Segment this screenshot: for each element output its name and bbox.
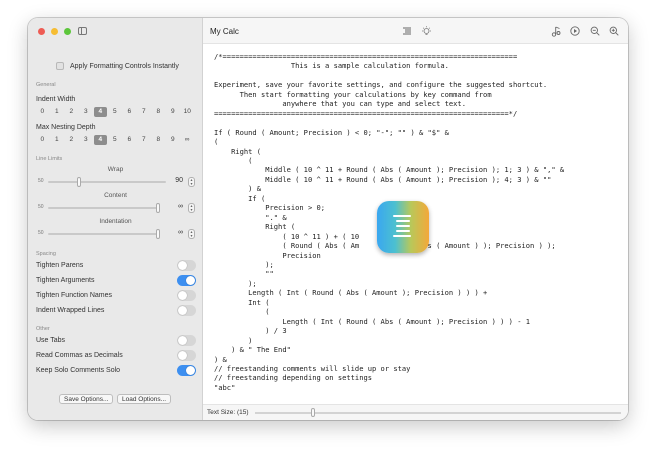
max-nesting-option[interactable]: 2: [65, 135, 78, 145]
indentation-slider-row: 50 ∞ ▴ ▾: [38, 229, 195, 239]
content-value: ∞: [178, 203, 183, 210]
indentation-value: ∞: [178, 229, 183, 236]
app-logo-icon: [377, 201, 429, 253]
toggle-row-tighten-arguments: Tighten Arguments: [36, 275, 196, 287]
indent-width-option[interactable]: 10: [181, 107, 194, 117]
commas-decimals-toggle[interactable]: [177, 350, 196, 361]
content-slider-track[interactable]: [48, 207, 160, 209]
apply-instantly-checkbox[interactable]: [56, 62, 64, 70]
max-nesting-option[interactable]: 5: [109, 135, 122, 145]
content-slider-knob[interactable]: [156, 203, 160, 213]
app-window: Apply Formatting Controls Instantly Gene…: [28, 18, 628, 420]
max-nesting-option[interactable]: 4: [94, 135, 107, 145]
section-line-limits: Line Limits: [36, 156, 63, 162]
minimize-window-button[interactable]: [51, 28, 58, 35]
zoom-window-button[interactable]: [64, 28, 71, 35]
tighten-parens-toggle[interactable]: [177, 260, 196, 271]
tighten-function-names-toggle[interactable]: [177, 290, 196, 301]
max-nesting-option[interactable]: 1: [51, 135, 64, 145]
indent-width-option[interactable]: 5: [109, 107, 122, 117]
max-nesting-option[interactable]: 8: [152, 135, 165, 145]
indent-width-option[interactable]: 9: [167, 107, 180, 117]
format-lines-icon[interactable]: [401, 26, 412, 37]
indent-wrapped-lines-toggle[interactable]: [177, 305, 196, 316]
indent-width-option[interactable]: 3: [80, 107, 93, 117]
indentation-slider-track[interactable]: [48, 233, 160, 235]
wrap-slider-knob[interactable]: [77, 177, 81, 187]
content-stepper[interactable]: ▴ ▾: [188, 203, 195, 213]
lightbulb-icon[interactable]: [421, 26, 432, 37]
indentation-slider-knob[interactable]: [156, 229, 160, 239]
solo-comments-toggle[interactable]: [177, 365, 196, 376]
save-options-button[interactable]: Save Options...: [59, 394, 114, 404]
indent-wrapped-lines-label: Indent Wrapped Lines: [36, 307, 105, 314]
indent-width-option[interactable]: 0: [36, 107, 49, 117]
max-nesting-option[interactable]: 0: [36, 135, 49, 145]
text-size-slider-track[interactable]: [255, 412, 621, 414]
text-size-label: Text Size: (15): [207, 409, 249, 416]
use-tabs-toggle[interactable]: [177, 335, 196, 346]
indent-width-option[interactable]: 4: [94, 107, 107, 117]
toggle-row-tighten-function-names: Tighten Function Names: [36, 290, 196, 302]
max-nesting-option[interactable]: 3: [80, 135, 93, 145]
tighten-arguments-label: Tighten Arguments: [36, 277, 95, 284]
max-nesting-segmented-control[interactable]: 0 1 2 3 4 5 6 7 8 9 ∞: [36, 135, 194, 145]
content-min-label: 50: [38, 204, 44, 210]
commas-decimals-label: Read Commas as Decimals: [36, 352, 123, 359]
play-icon[interactable]: [569, 26, 580, 37]
max-nesting-option[interactable]: 7: [138, 135, 151, 145]
wrap-value: 90: [175, 177, 183, 184]
close-window-button[interactable]: [38, 28, 45, 35]
wrap-slider-row: 50 90 ▴ ▾: [38, 177, 195, 187]
wrap-label: Wrap: [107, 166, 124, 173]
sidebar-toggle-icon[interactable]: [78, 27, 87, 35]
indent-width-label: Indent Width: [36, 96, 76, 103]
solo-comments-label: Keep Solo Comments Solo: [36, 367, 121, 374]
max-nesting-option[interactable]: 9: [167, 135, 180, 145]
indent-width-option[interactable]: 1: [51, 107, 64, 117]
max-nesting-option[interactable]: ∞: [181, 135, 194, 145]
zoom-in-icon[interactable]: [608, 26, 619, 37]
apply-instantly-label: Apply Formatting Controls Instantly: [70, 62, 179, 70]
indent-width-option[interactable]: 2: [65, 107, 78, 117]
tighten-arguments-toggle[interactable]: [177, 275, 196, 286]
text-size-slider-knob[interactable]: [311, 408, 315, 417]
content-slider-row: 50 ∞ ▴ ▾: [38, 203, 195, 213]
wrap-slider-track[interactable]: [48, 181, 166, 183]
toggle-row-indent-wrapped-lines: Indent Wrapped Lines: [36, 305, 196, 317]
options-sidebar: Apply Formatting Controls Instantly Gene…: [28, 18, 203, 420]
indent-width-segmented-control[interactable]: 0 1 2 3 4 5 6 7 8 9 10: [36, 107, 194, 117]
toggle-row-solo-comments: Keep Solo Comments Solo: [36, 365, 196, 377]
toggle-row-use-tabs: Use Tabs: [36, 335, 196, 347]
document-title: My Calc: [210, 27, 239, 36]
toggle-row-tighten-parens: Tighten Parens: [36, 260, 196, 272]
section-general: General: [36, 82, 56, 88]
use-tabs-label: Use Tabs: [36, 337, 66, 344]
content-label: Content: [104, 192, 127, 199]
max-nesting-option[interactable]: 6: [123, 135, 136, 145]
toggle-row-commas-decimals: Read Commas as Decimals: [36, 350, 196, 362]
wrap-stepper[interactable]: ▴ ▾: [188, 177, 195, 187]
music-note-icon[interactable]: [550, 26, 561, 37]
window-controls: [38, 28, 71, 35]
indentation-stepper[interactable]: ▴ ▾: [188, 229, 195, 239]
wrap-min-label: 50: [38, 178, 44, 184]
indent-width-option[interactable]: 8: [152, 107, 165, 117]
tighten-function-names-label: Tighten Function Names: [36, 292, 112, 299]
section-spacing: Spacing: [36, 251, 56, 257]
zoom-out-icon[interactable]: [589, 26, 600, 37]
load-options-button[interactable]: Load Options...: [117, 394, 172, 404]
title-bar: My Calc: [203, 18, 628, 44]
indentation-label: Indentation: [99, 218, 132, 225]
max-nesting-label: Max Nesting Depth: [36, 124, 96, 131]
apply-instantly-option[interactable]: Apply Formatting Controls Instantly: [56, 62, 179, 70]
section-other: Other: [36, 326, 50, 332]
editor-pane: My Calc /*==============================…: [203, 18, 628, 420]
indent-width-option[interactable]: 6: [123, 107, 136, 117]
status-bar: Text Size: (15): [203, 404, 628, 420]
indent-width-option[interactable]: 7: [138, 107, 151, 117]
indentation-min-label: 50: [38, 230, 44, 236]
tighten-parens-label: Tighten Parens: [36, 262, 84, 269]
